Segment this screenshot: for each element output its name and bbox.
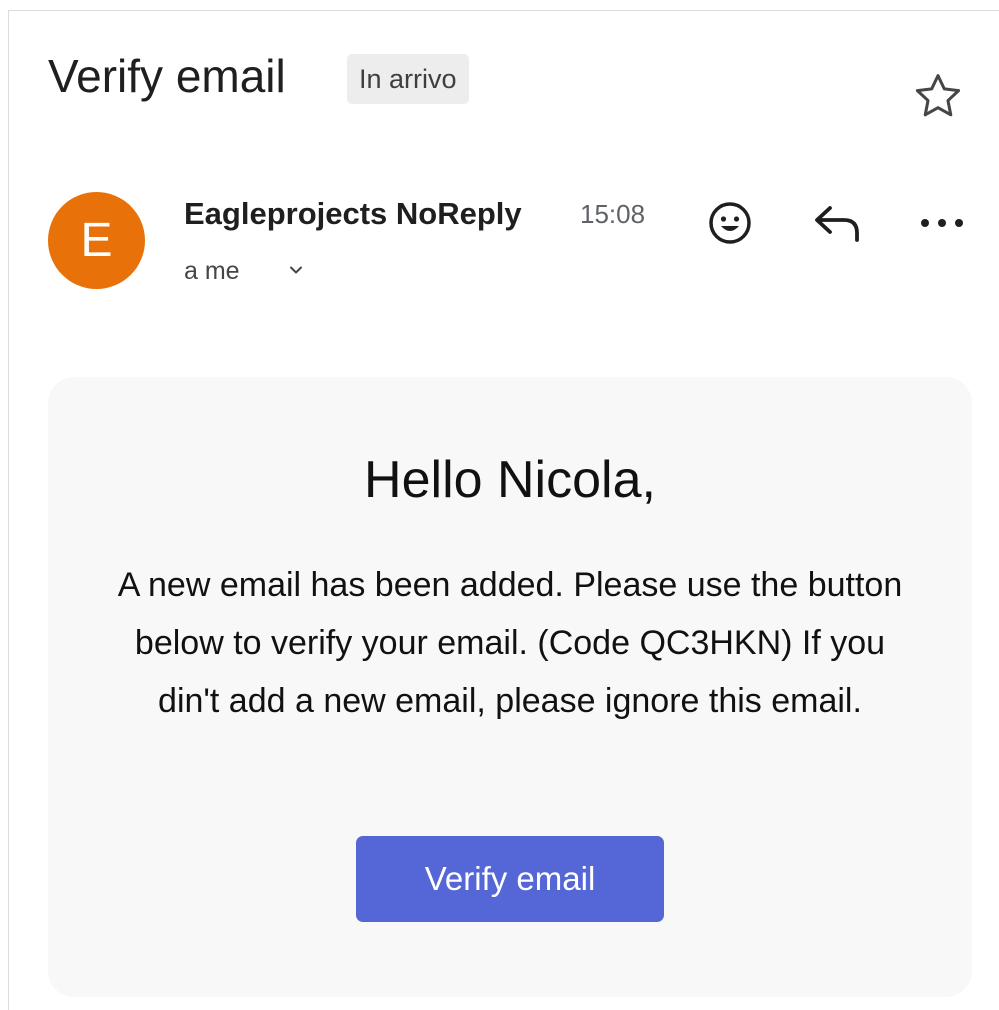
inbox-label-chip[interactable]: In arrivo <box>347 54 469 104</box>
sender-avatar[interactable]: E <box>48 192 145 289</box>
recipient-line[interactable]: a me <box>184 254 240 288</box>
message-time: 15:08 <box>580 199 646 229</box>
verification-message: A new email has been added. Please use t… <box>117 566 903 720</box>
star-icon[interactable] <box>912 70 964 122</box>
verify-email-button[interactable]: Verify email <box>356 836 664 922</box>
email-subject: Verify email <box>48 50 286 102</box>
more-options-icon[interactable] <box>918 212 966 234</box>
emoji-icon[interactable] <box>706 199 754 247</box>
sender-name[interactable]: Eagleprojects NoReply <box>184 194 522 234</box>
greeting-heading: Hello Nicola, <box>364 451 656 509</box>
reply-icon[interactable] <box>812 200 864 246</box>
chevron-down-icon[interactable] <box>284 258 308 282</box>
